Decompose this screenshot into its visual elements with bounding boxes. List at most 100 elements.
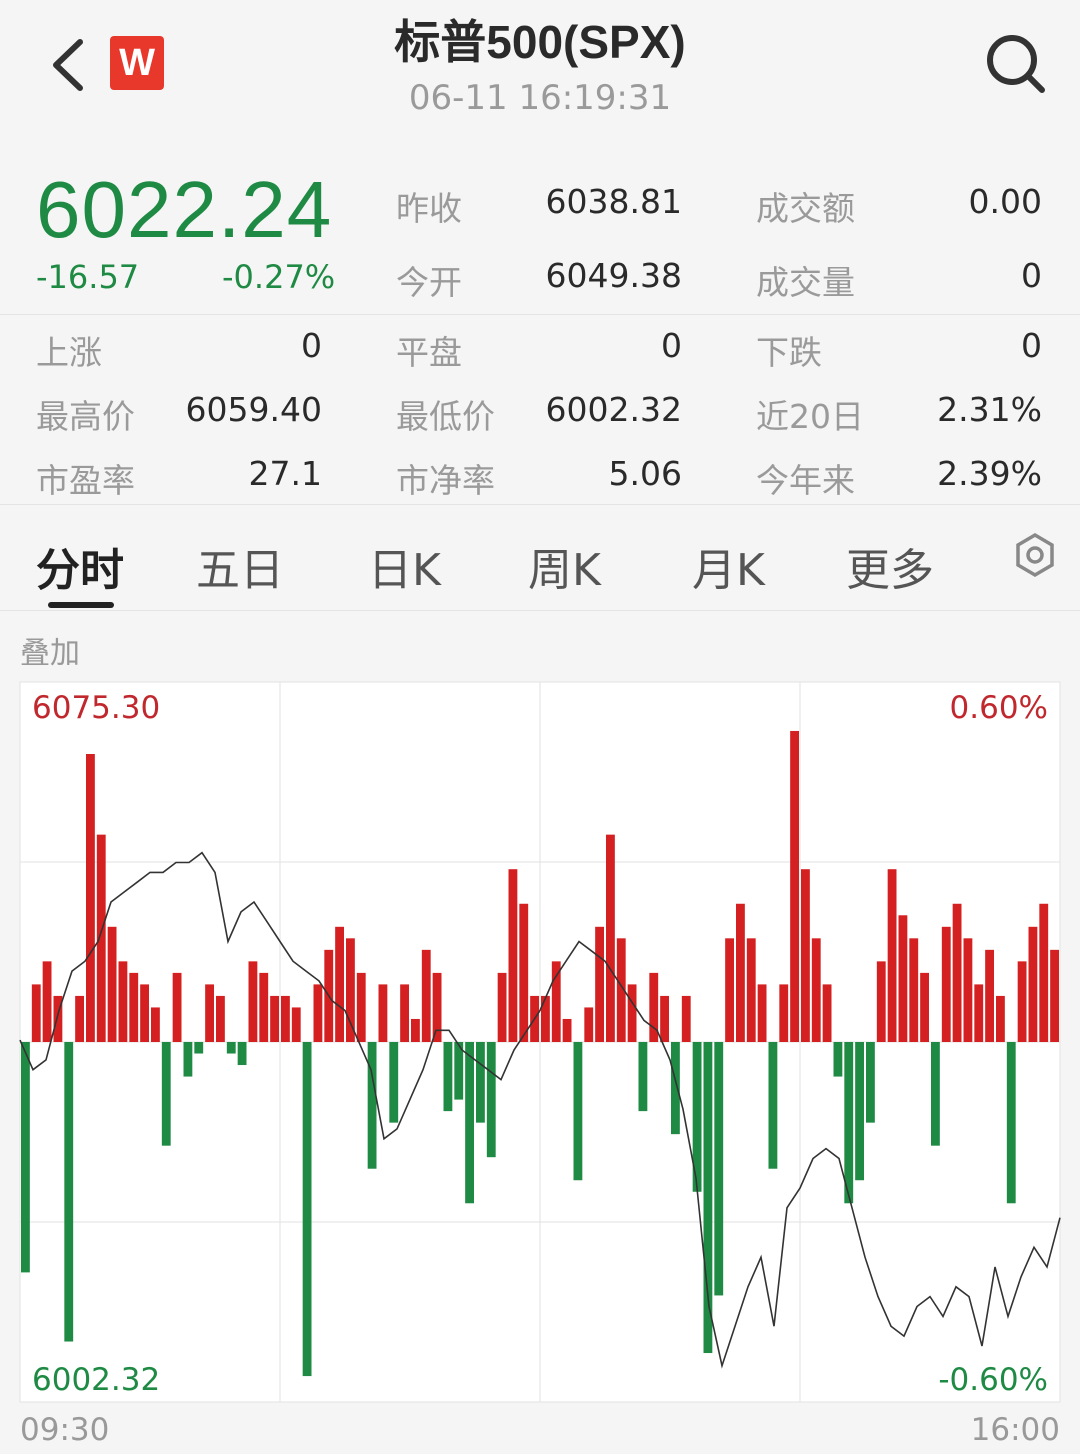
- volume-bar: [216, 995, 225, 1042]
- volume-bar: [681, 995, 691, 1042]
- volume-bar: [335, 926, 344, 1042]
- volume-bar: [1039, 903, 1049, 1042]
- volume-bar: [963, 938, 973, 1042]
- search-icon: [987, 35, 1045, 93]
- volume-bar: [237, 1042, 247, 1066]
- volume-bar: [660, 995, 669, 1042]
- volume-bar: [75, 995, 84, 1042]
- tab-monthly-k[interactable]: 月K: [692, 534, 765, 598]
- volume-bar: [801, 869, 810, 1042]
- active-tab-indicator: [48, 602, 114, 608]
- intraday-chart-svg: [19, 681, 1061, 1403]
- volume-bar: [898, 915, 908, 1042]
- volume-bar: [151, 1007, 160, 1042]
- volume-bar: [541, 995, 550, 1042]
- volume-bar: [811, 938, 821, 1042]
- intraday-chart[interactable]: 6075.30 0.60% 6002.32 -0.60% 09:30 16:00: [0, 670, 1080, 1450]
- volume-bar: [129, 972, 139, 1042]
- volume-bar: [757, 984, 767, 1042]
- stat-value-open: 6049.38: [545, 256, 682, 295]
- tab-weekly-k[interactable]: 周K: [528, 534, 601, 598]
- volume-bar: [486, 1042, 496, 1158]
- volume-bar: [595, 926, 604, 1042]
- volume-bar: [855, 1042, 864, 1181]
- volume-bar: [118, 961, 128, 1042]
- volume-bar: [974, 984, 984, 1042]
- app-logo: W: [110, 36, 164, 90]
- volume-bar: [443, 1042, 453, 1112]
- volume-bar: [302, 1042, 312, 1377]
- volume-bar: [1017, 961, 1027, 1042]
- stat-label-prev-close: 昨收: [396, 189, 462, 228]
- volume-bar: [411, 1018, 420, 1042]
- volume-bar: [313, 984, 323, 1042]
- volume-bar: [421, 949, 431, 1042]
- volume-bar: [226, 1042, 236, 1054]
- volume-bar: [833, 1042, 843, 1077]
- volume-bar: [400, 984, 409, 1042]
- stat-label-pe: 市盈率: [36, 461, 135, 500]
- stat-value-volume: 0: [1021, 256, 1042, 295]
- volume-bar: [941, 926, 951, 1042]
- volume-bar: [551, 961, 561, 1042]
- stat-label-pb: 市净率: [396, 461, 495, 500]
- overlay-button[interactable]: 叠加: [20, 628, 80, 672]
- stat-value-advancers: 0: [301, 326, 322, 365]
- volume-bar: [248, 961, 258, 1042]
- volume-bar: [205, 984, 214, 1042]
- tab-more[interactable]: 更多: [846, 534, 934, 598]
- stat-value-high: 6059.40: [185, 390, 322, 429]
- stat-label-advancers: 上涨: [36, 333, 102, 372]
- volume-bar: [909, 938, 919, 1042]
- search-button[interactable]: [980, 28, 1050, 98]
- x-end-label: 16:00: [970, 1412, 1060, 1448]
- volume-bar: [746, 938, 756, 1042]
- volume-bar: [779, 984, 789, 1042]
- stat-value-low: 6002.32: [545, 390, 682, 429]
- divider: [0, 504, 1080, 505]
- volume-bar: [952, 903, 962, 1042]
- stat-value-20day: 2.31%: [937, 390, 1042, 429]
- stat-label-20day: 近20日: [756, 397, 864, 436]
- pct-max-label: 0.60%: [949, 690, 1048, 726]
- tab-five-day[interactable]: 五日: [196, 534, 284, 598]
- volume-bar: [432, 972, 442, 1042]
- stat-label-low: 最低价: [396, 397, 495, 436]
- volume-bar: [714, 1042, 724, 1296]
- volume-bar: [844, 1042, 854, 1204]
- volume-bar: [1006, 1042, 1016, 1204]
- stat-value-unchanged: 0: [661, 326, 682, 365]
- volume-bar: [996, 995, 1005, 1042]
- price-change-pct: -0.27%: [222, 258, 336, 296]
- volume-bar: [346, 938, 355, 1042]
- stat-label-decliners: 下跌: [756, 333, 822, 372]
- stat-value-prev-close: 6038.81: [545, 182, 682, 221]
- stat-value-ytd: 2.39%: [937, 454, 1042, 493]
- volume-bar: [606, 834, 615, 1042]
- volume-bar: [887, 869, 897, 1042]
- volume-bar: [161, 1042, 171, 1146]
- back-button[interactable]: [40, 30, 100, 100]
- volume-bar: [291, 1007, 301, 1042]
- volume-bar: [627, 984, 637, 1042]
- volume-bar: [270, 995, 279, 1042]
- volume-bar: [183, 1042, 193, 1077]
- price-change: -16.57: [36, 258, 140, 296]
- volume-bar: [31, 984, 41, 1042]
- volume-bar: [638, 1042, 648, 1112]
- stat-value-turnover: 0.00: [968, 182, 1042, 221]
- page-title: 标普500(SPX): [394, 16, 686, 68]
- volume-bar: [822, 984, 832, 1042]
- volume-bar: [194, 1042, 204, 1054]
- chart-settings-button[interactable]: [1012, 532, 1058, 578]
- volume-bar: [703, 1042, 713, 1354]
- volume-bar: [562, 1018, 572, 1042]
- volume-bar: [931, 1042, 940, 1146]
- volume-bar: [985, 949, 994, 1042]
- y-max-label: 6075.30: [32, 690, 161, 726]
- tab-daily-k[interactable]: 日K: [368, 534, 441, 598]
- y-min-label: 6002.32: [32, 1362, 161, 1398]
- tab-intraday[interactable]: 分时: [36, 534, 124, 598]
- volume-bar: [508, 869, 518, 1042]
- pct-min-label: -0.60%: [938, 1362, 1048, 1398]
